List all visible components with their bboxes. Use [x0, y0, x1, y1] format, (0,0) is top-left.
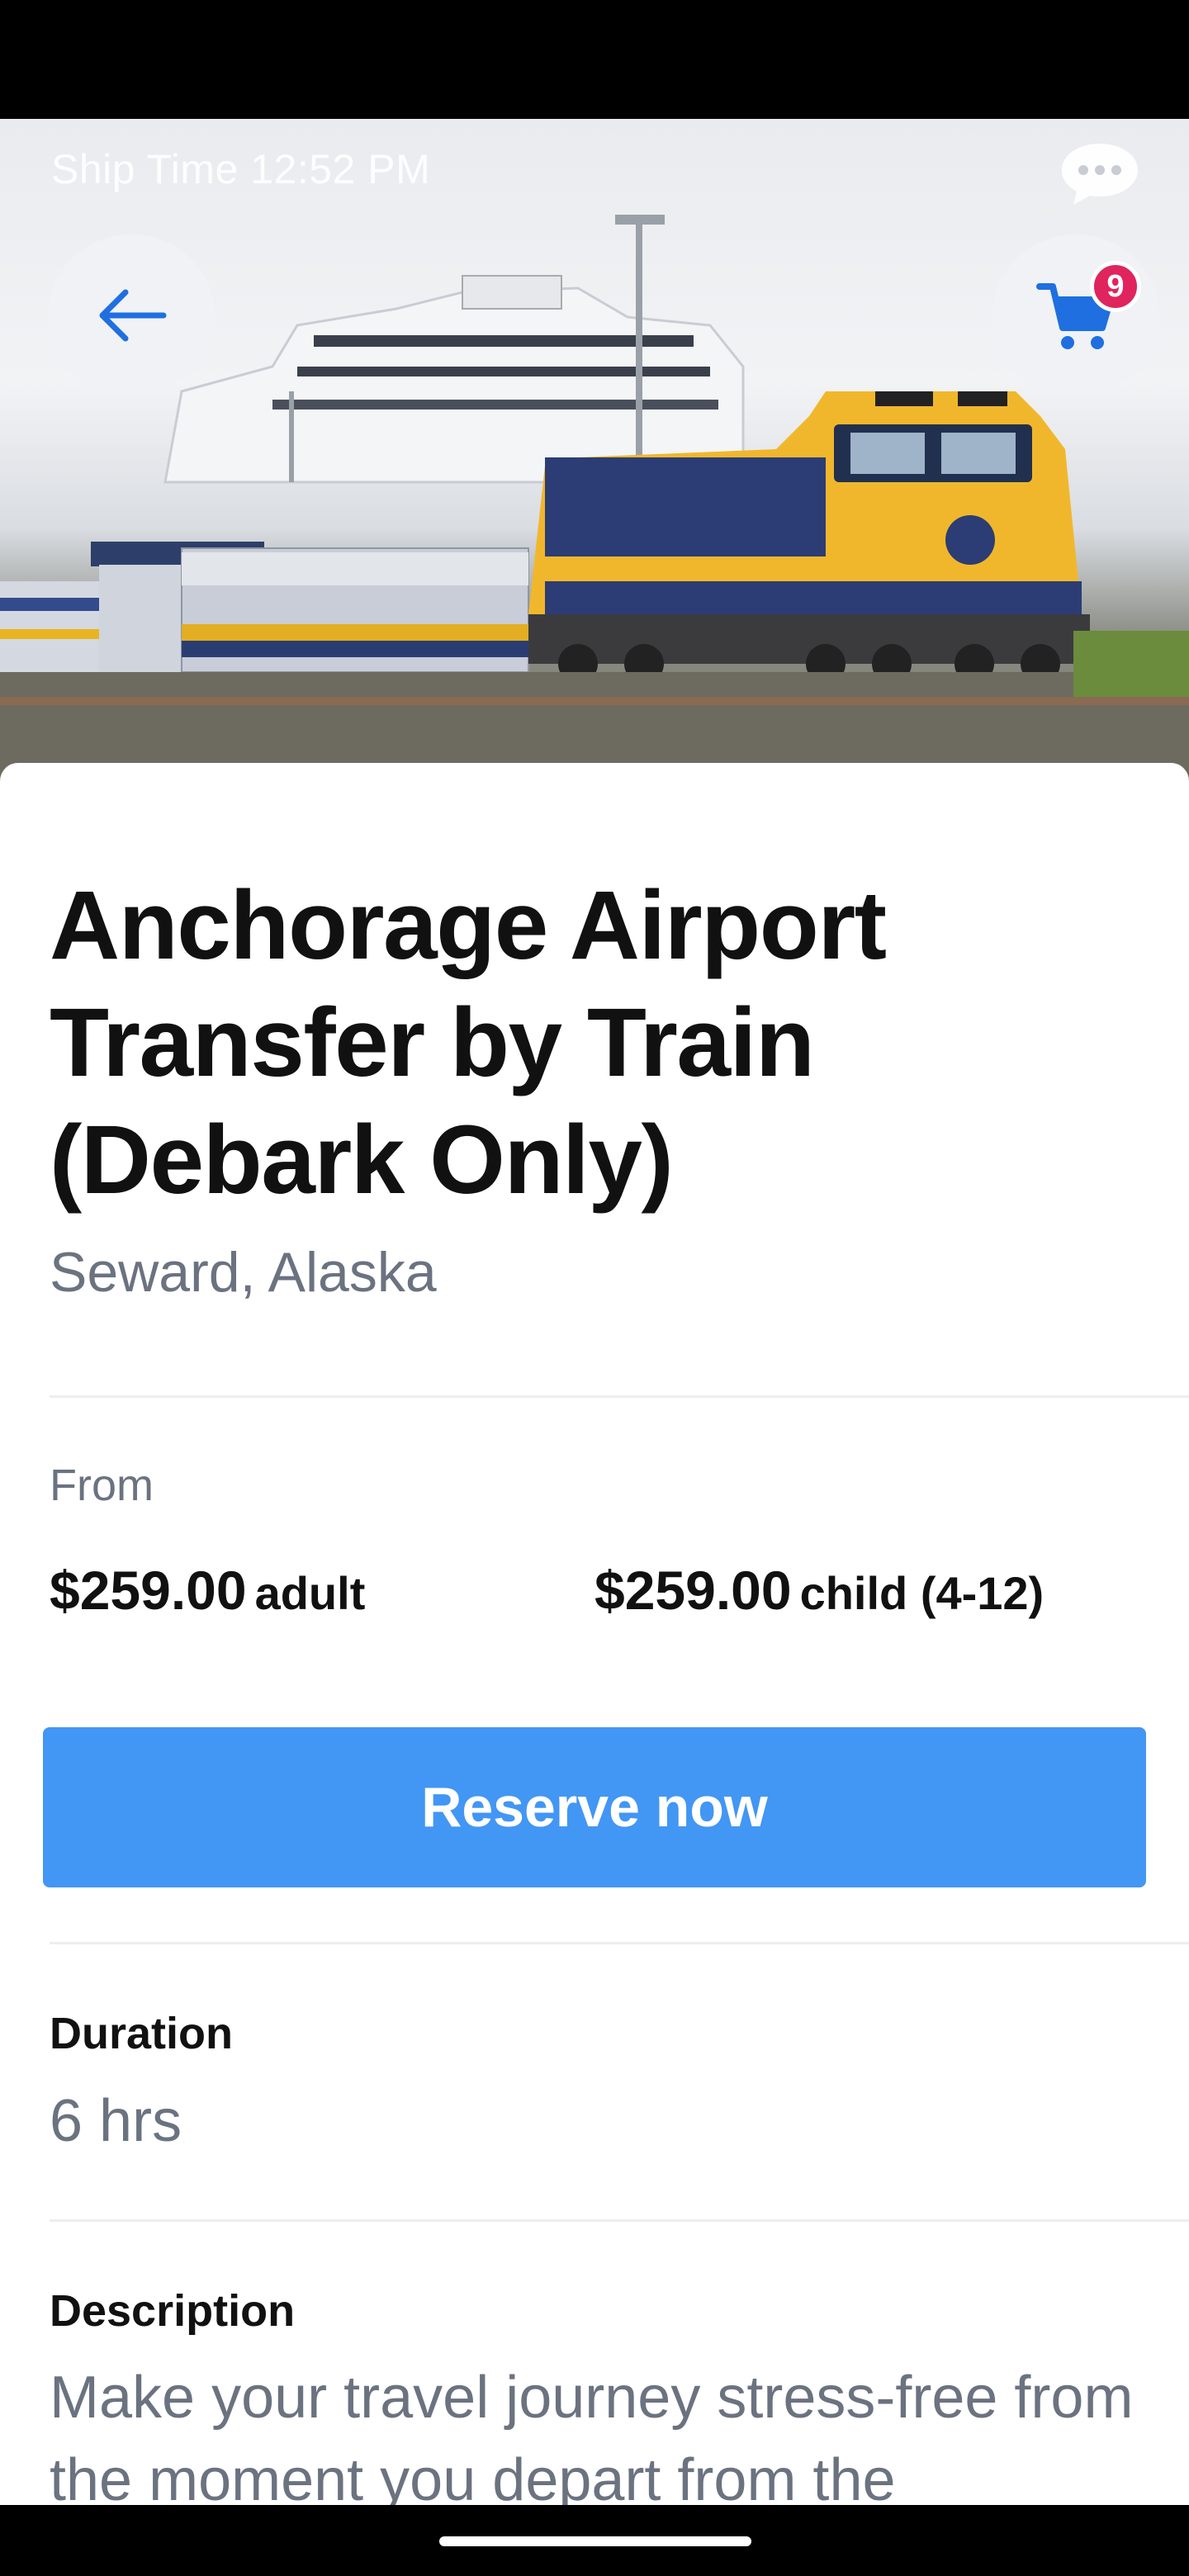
divider [50, 2219, 1189, 2222]
train-and-ship-illustration [0, 215, 1189, 779]
product-title: Anchorage Airport Transfer by Train (Deb… [50, 871, 887, 1215]
status-bar-area [0, 0, 1189, 119]
back-button[interactable] [48, 234, 215, 396]
home-indicator[interactable] [439, 2536, 751, 2546]
child-price-amount: $259.00 [594, 1560, 792, 1621]
adult-price: $259.00 adult [50, 1559, 365, 1622]
product-location: Seward, Alaska [50, 1241, 437, 1304]
chat-bubble-icon[interactable] [1059, 140, 1141, 208]
price-from-label: From [50, 1461, 154, 1510]
child-price: $259.00 child (4-12) [594, 1559, 1044, 1622]
adult-price-label: adult [254, 1567, 366, 1619]
duration-value: 6 hrs [50, 2088, 182, 2154]
ship-time: Ship Time 12:52 PM [51, 146, 431, 192]
description-text: Make your travel journey stress-free fro… [50, 2365, 1134, 2513]
arrow-left-icon [99, 289, 167, 342]
cart-button[interactable] [992, 234, 1159, 396]
duration-label: Duration [50, 2009, 233, 2058]
divider [50, 1942, 1189, 1944]
description-label: Description [50, 2286, 296, 2336]
adult-price-amount: $259.00 [50, 1560, 247, 1621]
reserve-now-button[interactable]: Reserve now [43, 1727, 1146, 1887]
hero-image [0, 119, 1189, 779]
cart-count-badge: 9 [1090, 261, 1141, 312]
divider [50, 1395, 1189, 1398]
child-price-label: child (4-12) [799, 1567, 1045, 1619]
